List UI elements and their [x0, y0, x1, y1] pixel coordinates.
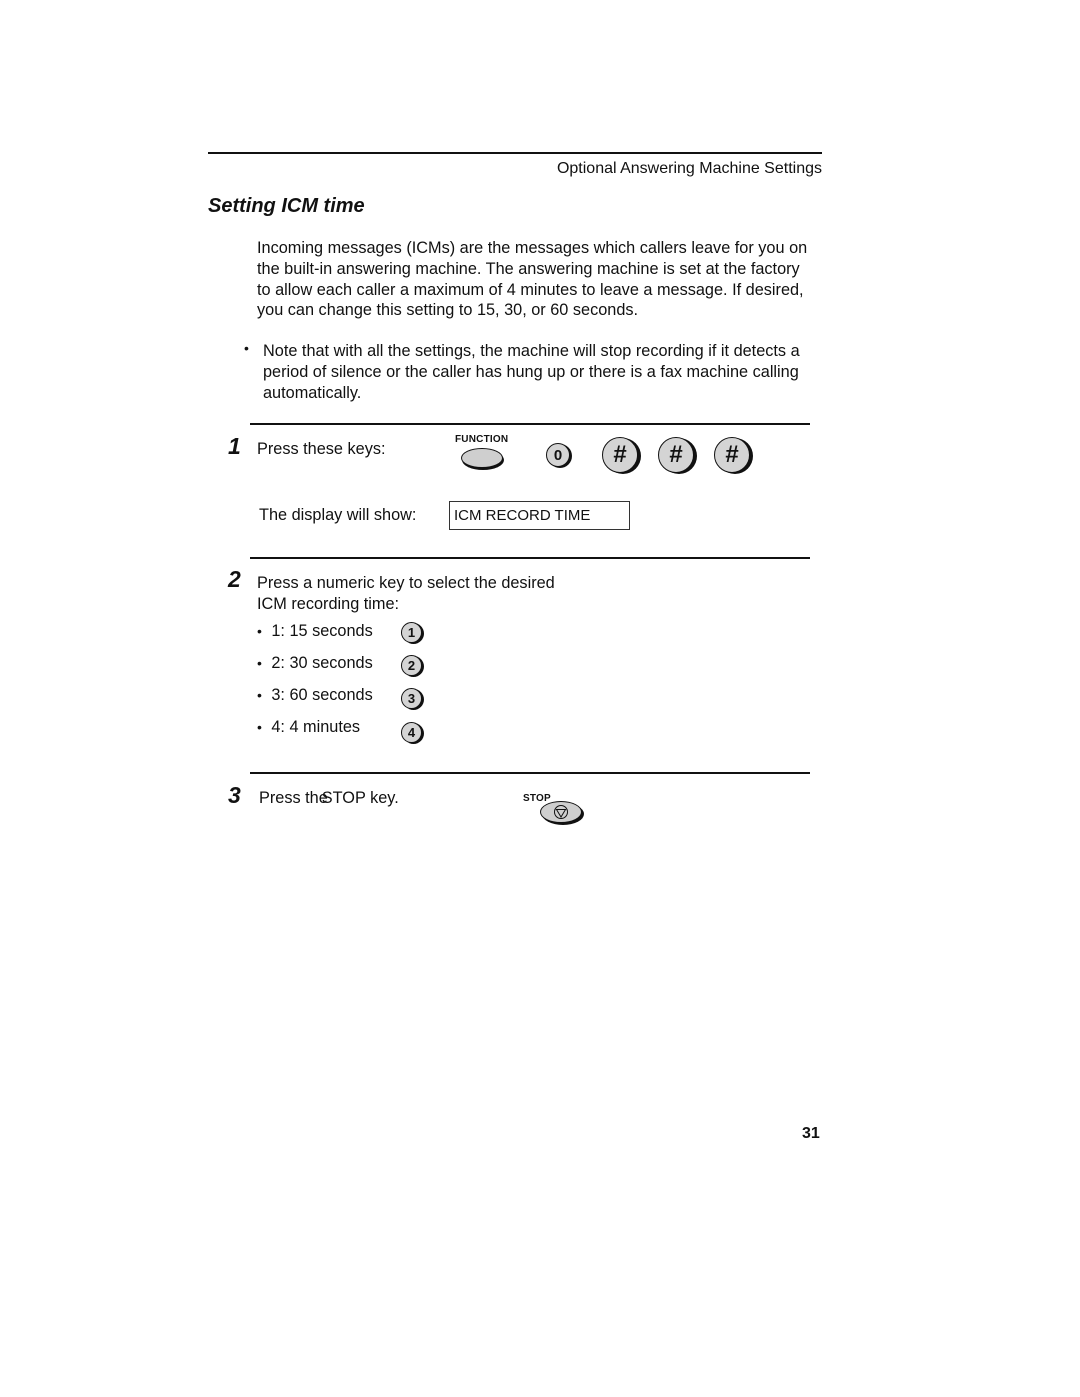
option-item: • 4: 4 minutes: [257, 718, 360, 737]
key-2[interactable]: 2: [401, 655, 422, 676]
page-number: 31: [802, 1125, 820, 1142]
option-bullet: •: [257, 623, 262, 639]
step-2-line: Press a numeric key to select the desire…: [257, 574, 555, 592]
key-3-label: 3: [407, 691, 416, 706]
stop-key-label: STOP: [523, 793, 551, 804]
note-line: period of silence or the caller has hung…: [263, 362, 799, 381]
note-paragraph: Note that with all the settings, the mac…: [263, 341, 863, 403]
hash-icon: #: [613, 441, 627, 468]
display-label: The display will show:: [259, 506, 417, 524]
step-3-text-before: Press the: [259, 789, 328, 807]
step-2-number: 2: [228, 566, 241, 592]
key-4[interactable]: 4: [401, 722, 422, 743]
hash-key-1[interactable]: #: [602, 437, 638, 473]
key-3[interactable]: 3: [401, 688, 422, 709]
intro-line: you can change this setting to 15, 30, o…: [257, 301, 639, 320]
stop-key[interactable]: [540, 801, 582, 823]
stop-icon: [554, 805, 568, 819]
step-1-number: 1: [228, 433, 241, 459]
step-3-rule: [250, 772, 810, 774]
step-2-rule: [250, 557, 810, 559]
option-bullet: •: [257, 719, 262, 735]
step-3-text: Press theSTOP key.: [259, 789, 399, 808]
hash-icon: #: [725, 441, 739, 468]
step-3-number: 3: [228, 782, 241, 808]
option-text: 2: 30 seconds: [271, 654, 373, 672]
function-key[interactable]: [461, 448, 503, 468]
step-3-key-name: STOP: [321, 789, 366, 807]
key-1[interactable]: 1: [401, 622, 422, 643]
zero-key[interactable]: 0: [546, 443, 570, 467]
lcd-display: ICM RECORD TIME: [449, 501, 630, 530]
step-1-rule: [250, 423, 810, 425]
intro-line: the built-in answering machine. The answ…: [257, 259, 800, 278]
hash-key-3[interactable]: #: [714, 437, 750, 473]
option-bullet: •: [257, 687, 262, 703]
step-1-text: Press these keys:: [257, 440, 386, 458]
note-line: automatically.: [263, 383, 362, 402]
option-item: • 1: 15 seconds: [257, 622, 373, 641]
key-1-label: 1: [407, 625, 416, 640]
option-text: 3: 60 seconds: [271, 686, 373, 704]
section-title: Setting ICM time: [208, 195, 365, 217]
hash-key-2[interactable]: #: [658, 437, 694, 473]
step-2-line: ICM recording time:: [257, 594, 400, 613]
intro-line: Incoming messages (ICMs) are the message…: [257, 239, 808, 257]
header-rule: [208, 152, 822, 154]
option-item: • 2: 30 seconds: [257, 654, 373, 673]
step-2-text: Press a numeric key to select the desire…: [257, 573, 555, 615]
option-bullet: •: [257, 655, 262, 671]
key-4-label: 4: [407, 725, 416, 740]
running-header: Optional Answering Machine Settings: [556, 160, 822, 177]
option-text: 4: 4 minutes: [271, 718, 361, 736]
option-item: • 3: 60 seconds: [257, 686, 373, 705]
intro-paragraph: Incoming messages (ICMs) are the message…: [257, 238, 867, 321]
key-2-label: 2: [407, 658, 416, 673]
note-line: Note that with all the settings, the mac…: [263, 342, 800, 360]
intro-line: to allow each caller a maximum of 4 minu…: [257, 280, 804, 299]
note-bullet: •: [244, 340, 249, 356]
zero-key-label: 0: [553, 446, 563, 464]
hash-icon: #: [669, 441, 683, 468]
function-key-label: FUNCTION: [455, 434, 509, 445]
step-3-text-after: key.: [370, 789, 399, 807]
option-text: 1: 15 seconds: [271, 622, 373, 640]
